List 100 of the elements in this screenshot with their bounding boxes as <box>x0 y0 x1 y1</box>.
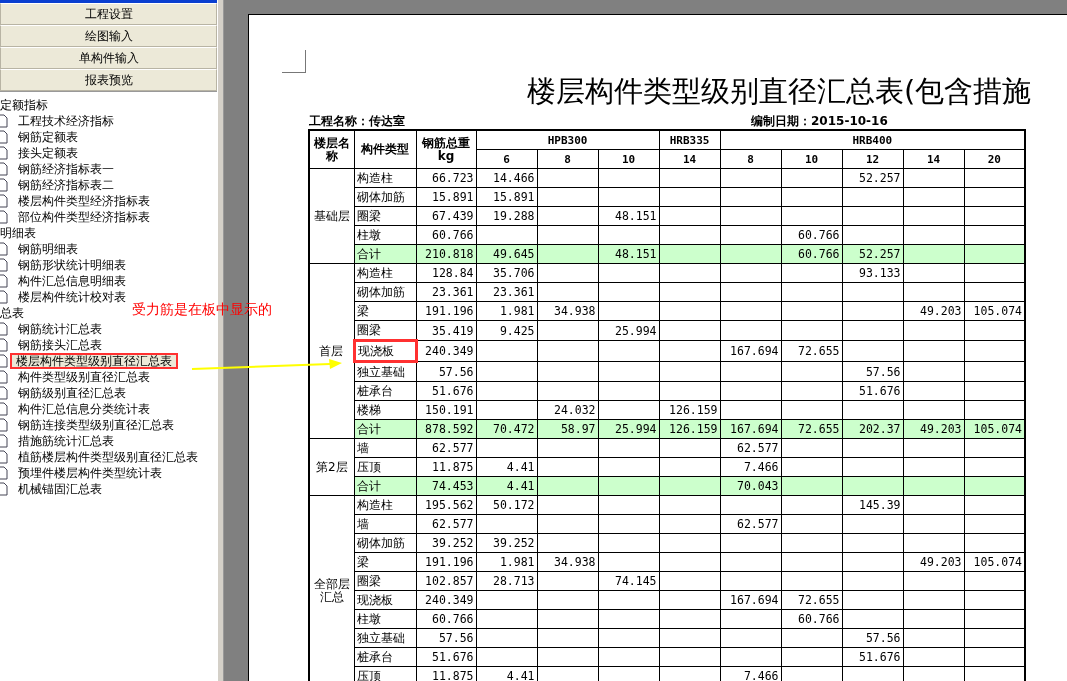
table-cell: 126.159 <box>659 400 721 420</box>
table-cell: 梁 <box>354 301 416 321</box>
tree-item[interactable]: 钢筋明细表 <box>16 241 80 257</box>
table-cell: 构造柱 <box>354 168 416 188</box>
table-cell: 51.676 <box>416 381 476 401</box>
table-cell: 柱墩 <box>354 609 416 629</box>
table-cell: 191.196 <box>416 301 476 321</box>
tree-item[interactable]: 构件汇总信息明细表 <box>16 273 128 289</box>
report-date: 编制日期：2015-10-16 <box>751 113 888 129</box>
table-cell: 墙 <box>354 438 416 458</box>
tree-item[interactable]: 部位构件类型经济指标表 <box>16 209 152 225</box>
table-cell: 构造柱 <box>354 263 416 283</box>
table-cell: 独立基础 <box>354 361 416 382</box>
nav-button[interactable]: 绘图输入 <box>0 25 217 47</box>
tree-group[interactable]: 定额指标 <box>0 98 48 112</box>
report-title: 楼层构件类型级别直径汇总表(包含措施 <box>527 73 1033 109</box>
tree-item[interactable]: 预埋件楼层构件类型统计表 <box>16 465 164 481</box>
table-cell: 39.252 <box>416 533 476 553</box>
table-cell: 62.577 <box>720 438 782 458</box>
tree-item[interactable]: 钢筋定额表 <box>16 129 80 145</box>
table-cell: 39.252 <box>476 533 537 553</box>
table-cell: 19.288 <box>476 206 537 226</box>
column-header: HRB335 <box>659 130 721 150</box>
table-cell: 145.39 <box>842 495 904 515</box>
tree-item[interactable]: 措施筋统计汇总表 <box>16 433 116 449</box>
tree-item[interactable]: 钢筋经济指标表二 <box>16 177 116 193</box>
table-cell: 现浇板 <box>354 590 416 610</box>
tree-group[interactable]: 总表 <box>0 306 24 320</box>
tree-item[interactable]: 工程技术经济指标 <box>16 113 116 129</box>
column-header: 10 <box>598 149 660 169</box>
table-cell: 压顶 <box>354 457 416 477</box>
tree-item[interactable]: 楼层构件类型级别直径汇总表 <box>10 353 178 369</box>
table-cell: 23.361 <box>476 282 537 302</box>
table-cell: 191.196 <box>416 552 476 572</box>
tree-group[interactable]: 明细表 <box>0 226 36 240</box>
tree-item[interactable]: 植筋楼层构件类型级别直径汇总表 <box>16 449 200 465</box>
table-cell: 第2层 <box>309 438 354 496</box>
table-cell: 圈梁 <box>354 206 416 226</box>
table-cell: 60.766 <box>416 609 476 629</box>
nav-button[interactable]: 报表预览 <box>0 69 217 91</box>
table-cell: 4.41 <box>476 457 537 477</box>
tree-item[interactable]: 接头定额表 <box>16 145 80 161</box>
table-cell: 34.938 <box>537 552 598 572</box>
table-cell: 9.425 <box>476 320 537 341</box>
tree-item[interactable]: 钢筋接头汇总表 <box>16 337 104 353</box>
column-header: 楼层名称 <box>309 130 354 169</box>
column-header: 14 <box>903 149 965 169</box>
column-header: 8 <box>720 149 782 169</box>
table-cell: 独立基础 <box>354 628 416 648</box>
column-header: 钢筋总重kg <box>416 130 476 169</box>
table-cell: 66.723 <box>416 168 476 188</box>
tree-item[interactable]: 构件汇总信息分类统计表 <box>16 401 152 417</box>
column-header: 10 <box>781 149 843 169</box>
nav-button[interactable]: 工程设置 <box>0 3 217 25</box>
table-cell: 72.655 <box>781 590 843 610</box>
table-cell: 67.439 <box>416 206 476 226</box>
tree-item[interactable]: 钢筋统计汇总表 <box>16 321 104 337</box>
table-cell: 墙 <box>354 514 416 534</box>
table-cell: 桩承台 <box>354 381 416 401</box>
table-cell: 49.203 <box>903 301 965 321</box>
table-cell: 1.981 <box>476 301 537 321</box>
tree-item[interactable]: 构件类型级别直径汇总表 <box>16 369 152 385</box>
table-cell: 49.203 <box>903 552 965 572</box>
table-cell: 60.766 <box>781 225 843 245</box>
table-cell: 195.562 <box>416 495 476 515</box>
table-cell: 砌体加筋 <box>354 533 416 553</box>
table-cell: 圈梁 <box>354 571 416 591</box>
column-header: 构件类型 <box>354 130 416 169</box>
tree-item[interactable]: 楼层构件类型经济指标表 <box>16 193 152 209</box>
table-cell: 57.56 <box>842 628 904 648</box>
table-cell: 砌体加筋 <box>354 282 416 302</box>
table-cell: 24.032 <box>537 400 598 420</box>
table-cell: 102.857 <box>416 571 476 591</box>
table-cell: 现浇板 <box>354 340 416 362</box>
table-cell: 砌体加筋 <box>354 187 416 207</box>
nav-button[interactable]: 单构件输入 <box>0 47 217 69</box>
column-header: 12 <box>842 149 904 169</box>
table-cell: 240.349 <box>416 590 476 610</box>
table-cell: 构造柱 <box>354 495 416 515</box>
table-cell: 167.694 <box>720 340 782 362</box>
table-cell: 167.694 <box>720 590 782 610</box>
tree-item[interactable]: 机械锚固汇总表 <box>16 481 104 497</box>
tree-item[interactable]: 钢筋形状统计明细表 <box>16 257 128 273</box>
table-cell: 57.56 <box>416 361 476 382</box>
table-cell: 压顶 <box>354 666 416 681</box>
table-cell: 60.766 <box>416 225 476 245</box>
tree-item[interactable]: 楼层构件统计校对表 <box>16 289 128 305</box>
table-cell: 28.713 <box>476 571 537 591</box>
crop-mark <box>282 50 306 73</box>
table-cell: 240.349 <box>416 340 476 362</box>
table-cell: 35.419 <box>416 320 476 341</box>
table-cell: 25.994 <box>598 320 660 341</box>
tree-item[interactable]: 钢筋级别直径汇总表 <box>16 385 128 401</box>
table-cell: 34.938 <box>537 301 598 321</box>
table-cell: 14.466 <box>476 168 537 188</box>
table-cell: 15.891 <box>416 187 476 207</box>
column-header: 8 <box>537 149 598 169</box>
tree-item[interactable]: 钢筋经济指标表一 <box>16 161 116 177</box>
table-cell: 35.706 <box>476 263 537 283</box>
tree-item[interactable]: 钢筋连接类型级别直径汇总表 <box>16 417 176 433</box>
